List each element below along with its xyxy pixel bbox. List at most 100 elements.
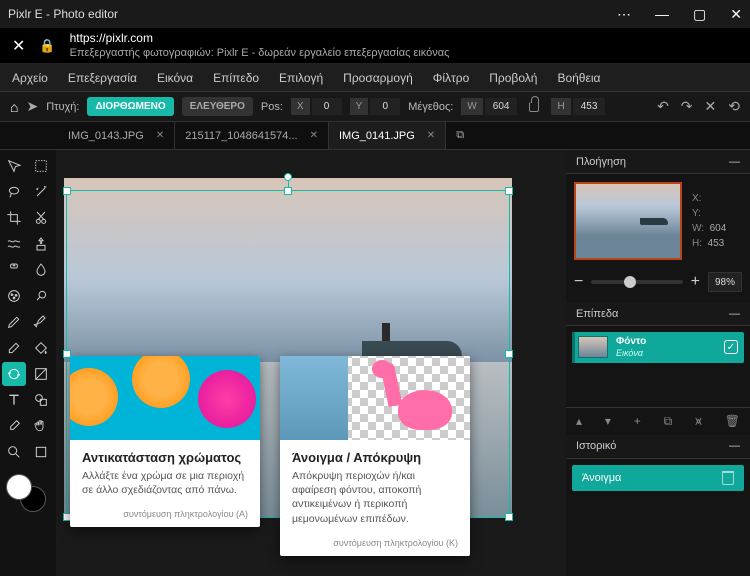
pos-x-input[interactable]: 0: [312, 98, 342, 115]
frame-tool[interactable]: [29, 440, 53, 464]
marquee-tool[interactable]: [29, 154, 53, 178]
zoom-tool[interactable]: [2, 440, 26, 464]
menu-view[interactable]: Προβολή: [489, 71, 537, 85]
hand-tool[interactable]: [29, 414, 53, 438]
file-tab-2[interactable]: IMG_0141.JPG✕: [329, 122, 446, 149]
more-icon[interactable]: ⋯: [617, 6, 631, 23]
tab-close-icon[interactable]: ✕: [310, 130, 318, 141]
fill-tool[interactable]: [29, 336, 53, 360]
collapse-icon[interactable]: —: [729, 440, 740, 452]
lasso-tool[interactable]: [2, 180, 26, 204]
dodge-tool[interactable]: [29, 284, 53, 308]
size-w-input[interactable]: 604: [485, 98, 518, 115]
heal-tool[interactable]: [2, 258, 26, 282]
compare-icon[interactable]: ⧉: [446, 122, 474, 149]
url-description: Επεξεργαστής φωτογραφιών: Pixlr E - δωρε…: [70, 46, 450, 60]
history-panel-header[interactable]: Ιστορικό —: [566, 435, 750, 459]
color-swatches[interactable]: [2, 474, 54, 514]
tooltip-desc: Αλλάξτε ένα χρώμα σε μια περιοχή σε άλλο…: [82, 469, 248, 497]
history-item-label: Άνοιγμα: [582, 472, 621, 484]
tooltip-shortcut: συντόμευση πληκτρολογίου (A): [70, 505, 260, 527]
menu-edit[interactable]: Επεξεργασία: [68, 71, 137, 85]
menu-filter[interactable]: Φίλτρο: [433, 71, 469, 85]
layer-merge-icon[interactable]: ⩙: [695, 414, 702, 429]
crop-tool[interactable]: [2, 206, 26, 230]
layer-type: Εικόνα: [616, 348, 646, 359]
handle-mr[interactable]: [505, 350, 513, 358]
menu-file[interactable]: Αρχείο: [12, 71, 48, 85]
collapse-icon[interactable]: —: [729, 156, 740, 168]
blur-tool[interactable]: [29, 258, 53, 282]
menu-select[interactable]: Επιλογή: [279, 71, 323, 85]
layer-dup-icon[interactable]: ⧉: [664, 414, 673, 429]
wand-tool[interactable]: [29, 180, 53, 204]
handle-br[interactable]: [505, 513, 513, 521]
history-item[interactable]: Άνοιγμα: [572, 465, 744, 491]
draw-tool[interactable]: [2, 310, 26, 334]
tab-close-icon[interactable]: ✕: [427, 130, 435, 141]
pen-tool[interactable]: [29, 310, 53, 334]
lock-icon: 🔒: [39, 38, 55, 54]
layers-panel-header[interactable]: Επίπεδα —: [566, 302, 750, 326]
canvas-area[interactable]: Αντικατάσταση χρώματος Αλλάξτε ένα χρώμα…: [56, 150, 566, 576]
close-panel-icon[interactable]: ✕: [705, 98, 717, 115]
menu-image[interactable]: Εικόνα: [157, 71, 193, 85]
file-tab-0[interactable]: IMG_0143.JPG✕: [58, 122, 175, 149]
eraser-tool[interactable]: [2, 336, 26, 360]
pos-y-input[interactable]: 0: [370, 98, 400, 115]
tooltip-image: [70, 356, 260, 440]
file-tab-1[interactable]: 215117_1048641574...✕: [175, 122, 329, 149]
layer-visibility-toggle[interactable]: [724, 340, 738, 354]
handle-tr[interactable]: [505, 187, 513, 195]
aspect-lock-icon[interactable]: [529, 102, 539, 112]
size-label: Μέγεθος:: [408, 101, 453, 113]
undo-icon[interactable]: ↶: [657, 98, 669, 115]
nav-panel-header[interactable]: Πλοήγηση —: [566, 150, 750, 174]
navigator-thumbnail[interactable]: [574, 182, 682, 260]
layer-delete-icon[interactable]: 🗑: [725, 414, 740, 429]
zoom-value[interactable]: 98%: [708, 272, 742, 292]
toolbox: [0, 150, 56, 576]
url-info: https://pixlr.com Επεξεργαστής φωτογραφι…: [70, 31, 450, 61]
menu-layer[interactable]: Επίπεδο: [213, 71, 259, 85]
cutout-tool[interactable]: [29, 206, 53, 230]
arrange-tool[interactable]: [2, 154, 26, 178]
fold-fixed-button[interactable]: ΔΙΟΡΘΩΜΕΝΟ: [87, 97, 173, 116]
size-h-input[interactable]: 453: [573, 98, 606, 115]
layer-add-icon[interactable]: +: [634, 414, 641, 429]
redo-icon[interactable]: ↷: [681, 98, 693, 115]
back-close-icon[interactable]: ✕: [12, 36, 25, 56]
zoom-in-button[interactable]: +: [691, 273, 700, 291]
foreground-color[interactable]: [6, 474, 32, 500]
text-tool[interactable]: [2, 388, 26, 412]
sponge-tool[interactable]: [2, 284, 26, 308]
home-icon[interactable]: ⌂: [10, 99, 18, 115]
cursor-icon[interactable]: ➤: [26, 98, 38, 115]
maximize-icon[interactable]: ▢: [693, 6, 706, 23]
zoom-slider[interactable]: [591, 280, 682, 284]
layer-down-icon[interactable]: ▾: [605, 414, 611, 429]
layer-item[interactable]: Φόντο Εικόνα: [572, 332, 744, 363]
gradient-tool[interactable]: [29, 362, 53, 386]
zoom-out-button[interactable]: −: [574, 273, 583, 291]
layer-up-icon[interactable]: ▴: [576, 414, 582, 429]
tab-close-icon[interactable]: ✕: [156, 130, 164, 141]
shape-tool[interactable]: [29, 388, 53, 412]
rotate-handle[interactable]: [284, 173, 292, 181]
fold-free-button[interactable]: ΕΛΕΥΘΕΡΟ: [182, 97, 253, 116]
handle-tl[interactable]: [63, 187, 71, 195]
liquify-tool[interactable]: [2, 232, 26, 256]
reset-icon[interactable]: ⟲: [728, 98, 740, 115]
picker-tool[interactable]: [2, 414, 26, 438]
close-icon[interactable]: ✕: [730, 6, 742, 23]
collapse-icon[interactable]: —: [729, 308, 740, 320]
minimize-icon[interactable]: ―: [655, 6, 669, 22]
navigator-info: X: Y: W: 604 H: 453: [692, 191, 726, 251]
handle-tm[interactable]: [284, 187, 292, 195]
trash-icon[interactable]: [722, 471, 734, 485]
layer-thumbnail[interactable]: [578, 336, 608, 358]
replace-color-tool[interactable]: [2, 362, 26, 386]
clone-tool[interactable]: [29, 232, 53, 256]
menu-help[interactable]: Βοήθεια: [557, 71, 600, 85]
menu-adjust[interactable]: Προσαρμογή: [343, 71, 413, 85]
